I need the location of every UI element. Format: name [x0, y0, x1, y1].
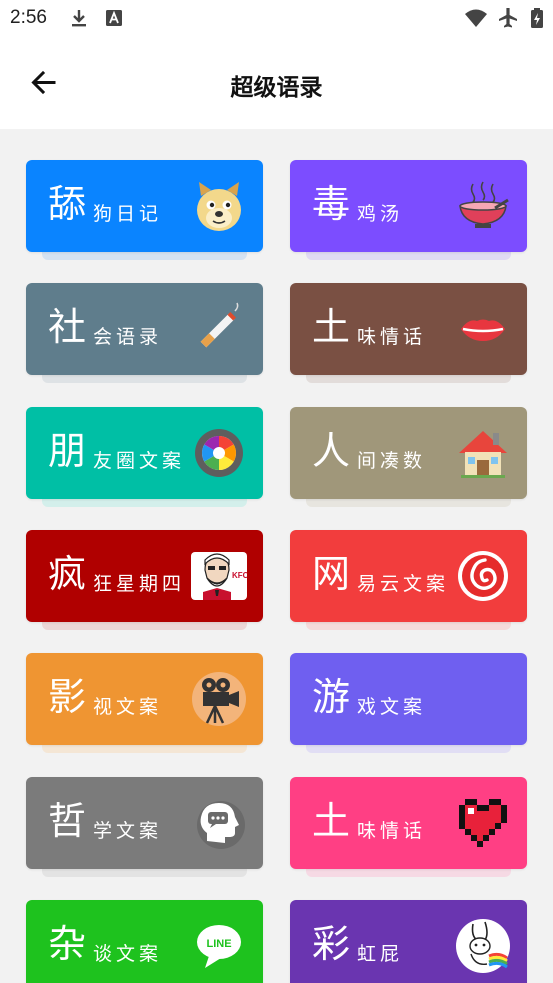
card-game-copy: 游 戏文案 — [290, 653, 527, 753]
card-title-big: 社 — [48, 305, 87, 349]
house-icon — [459, 431, 507, 478]
category-card[interactable]: 哲 学文案 — [26, 777, 263, 869]
svg-text:LINE: LINE — [206, 938, 231, 950]
soup-bowl-icon — [459, 181, 509, 228]
card-title-small: 鸡汤 — [357, 203, 404, 225]
card-title-big: 土 — [312, 305, 351, 349]
svg-text:KFC: KFC — [232, 571, 247, 580]
card-title-big: 彩 — [312, 922, 351, 966]
card-misc-copy: 杂 谈文案 LINE — [26, 900, 263, 983]
card-title-big: 影 — [48, 675, 87, 719]
rainbow-bunny-icon — [456, 919, 510, 973]
card-title-big: 朋 — [48, 429, 87, 473]
card-title-small: 谈文案 — [93, 943, 163, 965]
card-title-small: 狗日记 — [93, 203, 163, 225]
card-tiangou-diary: 舔 狗日记 — [26, 160, 263, 260]
kfc-colonel-icon: KFC — [191, 552, 247, 600]
status-time: 2:56 — [10, 7, 47, 28]
card-moments-copy: 朋 友圈文案 — [26, 407, 263, 507]
category-card[interactable]: 舔 狗日记 — [26, 160, 263, 252]
card-philosophy-copy: 哲 学文案 — [26, 777, 263, 877]
category-card[interactable]: 社 会语录 — [26, 283, 263, 375]
battery-charging-icon — [531, 8, 543, 28]
lips-icon — [461, 319, 505, 341]
category-card[interactable]: 土 味情话 — [290, 777, 527, 869]
card-cheesy-love-1: 土 味情话 — [290, 283, 527, 383]
card-title-small: 味情话 — [357, 326, 427, 348]
status-bar: 2:56 — [0, 0, 553, 38]
card-title-small: 狂星期四 — [93, 573, 186, 595]
card-title-big: 哲 — [48, 799, 87, 843]
doge-face-icon — [197, 182, 241, 231]
card-cheesy-love-2: 土 味情话 — [290, 777, 527, 877]
card-title-big: 人 — [312, 429, 351, 473]
card-title-small: 虹屁 — [357, 943, 404, 965]
card-title-big: 游 — [312, 675, 351, 719]
card-world-filler: 人 间凑数 — [290, 407, 527, 507]
airplane-mode-icon — [499, 8, 517, 28]
card-title-small: 友圈文案 — [93, 450, 186, 472]
page-title: 超级语录 — [230, 75, 323, 101]
movie-camera-icon — [192, 672, 246, 726]
card-crazy-thursday: 疯 狂星期四 KFC — [26, 530, 263, 630]
card-title-big: 网 — [312, 552, 351, 596]
category-card[interactable]: 朋 友圈文案 — [26, 407, 263, 499]
card-title-small: 会语录 — [93, 326, 163, 348]
card-poison-soup: 毒 鸡汤 — [290, 160, 527, 260]
cigarette-icon — [200, 302, 239, 348]
wifi-icon — [465, 9, 487, 27]
line-app-icon: LINE — [197, 925, 241, 968]
card-title-big: 疯 — [48, 552, 87, 596]
card-netease-copy: 网 易云文案 — [290, 530, 527, 630]
card-title-small: 间凑数 — [357, 450, 427, 472]
netease-music-icon — [458, 551, 508, 601]
category-card[interactable]: 疯 狂星期四 KFC — [26, 530, 263, 622]
card-title-big: 土 — [312, 799, 351, 843]
card-title-small: 易云文案 — [357, 573, 450, 595]
category-card[interactable]: 影 视文案 — [26, 653, 263, 745]
category-card[interactable]: 游 戏文案 — [290, 653, 527, 745]
card-film-copy: 影 视文案 — [26, 653, 263, 753]
text-a-icon — [106, 10, 122, 26]
card-title-big: 舔 — [48, 182, 87, 226]
category-card[interactable]: 土 味情话 — [290, 283, 527, 375]
category-grid: 舔 狗日记 毒 鸡汤 社 会语录 土 味情话 朋 友圈文案 人 间凑数 疯 狂星… — [0, 129, 553, 983]
category-card[interactable]: 杂 谈文案 LINE — [26, 900, 263, 983]
card-rainbow-fart: 彩 虹屁 — [290, 900, 527, 983]
card-title-big: 毒 — [312, 182, 351, 226]
card-title-small: 视文案 — [93, 696, 163, 718]
card-title-big: 杂 — [48, 922, 87, 966]
card-title-small: 味情话 — [357, 820, 427, 842]
category-card[interactable]: 网 易云文案 — [290, 530, 527, 622]
pixel-heart-icon — [459, 799, 507, 847]
category-card[interactable]: 人 间凑数 — [290, 407, 527, 499]
download-icon — [72, 10, 86, 27]
category-card[interactable]: 彩 虹屁 — [290, 900, 527, 983]
head-thought-icon — [197, 801, 245, 849]
card-social-quotes: 社 会语录 — [26, 283, 263, 383]
card-title-small: 学文案 — [93, 820, 163, 842]
app-bar: 超级语录 — [0, 38, 553, 129]
card-title-small: 戏文案 — [357, 696, 427, 718]
category-card[interactable]: 毒 鸡汤 — [290, 160, 527, 252]
camera-aperture-icon — [195, 429, 243, 477]
